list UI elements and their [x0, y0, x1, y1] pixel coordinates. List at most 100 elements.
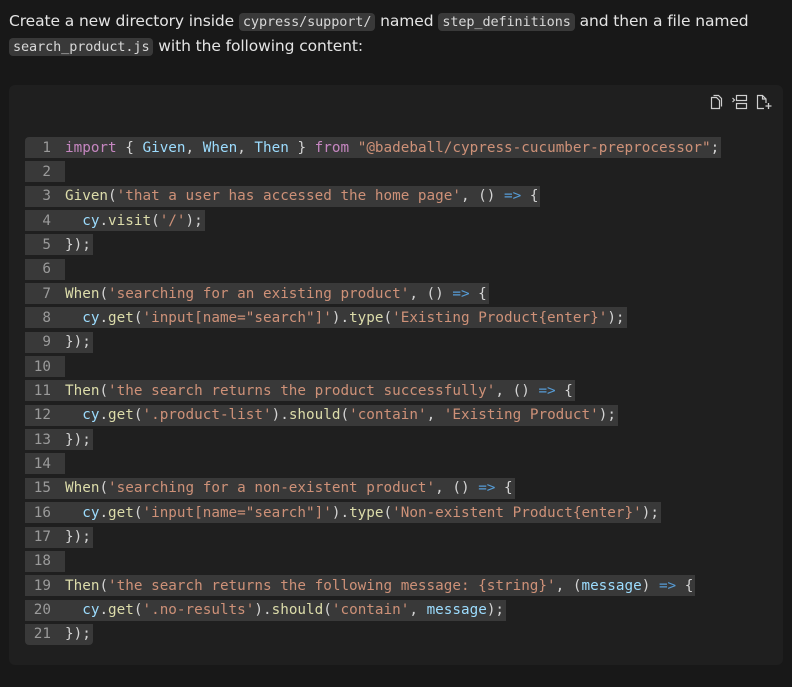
code-token: (	[99, 577, 109, 594]
code-token: "@badeball/cypress-cucumber-preprocessor…	[357, 139, 711, 156]
code-text: cy.get('input[name="search"]').type('Exi…	[65, 310, 627, 326]
insert-at-cursor-icon	[731, 94, 749, 110]
code-token: Then	[65, 382, 100, 399]
code-token: {	[469, 285, 487, 302]
code-line-content: 20 cy.get('.no-results').should('contain…	[25, 599, 507, 621]
code-line-content: 5});	[25, 234, 93, 256]
code-token: (	[99, 382, 109, 399]
code-line-content: 17});	[25, 526, 93, 548]
line-number: 3	[42, 188, 51, 205]
code-token: ,	[185, 139, 203, 156]
line-number: 9	[42, 334, 51, 351]
code-token: cy	[82, 602, 100, 619]
code-token: , ()	[409, 285, 453, 302]
code-token: Then	[254, 139, 289, 156]
code-token: });	[65, 334, 91, 351]
intro-text: and then a file named	[574, 12, 749, 30]
code-line-content: 9});	[25, 331, 93, 353]
code-token: import	[65, 139, 117, 156]
line-number: 5	[42, 236, 51, 253]
code-token: Then	[65, 577, 100, 594]
code-line: 10	[25, 356, 721, 380]
code-token: 'input[name="search"]'	[142, 309, 332, 326]
code-token: )	[641, 577, 659, 594]
code-token: (	[108, 188, 117, 205]
new-file-icon	[755, 94, 773, 110]
intro-text: named	[375, 12, 439, 30]
code-token: get	[108, 407, 134, 424]
line-number: 1	[42, 139, 51, 156]
code-line: 12 cy.get('.product-list').should('conta…	[25, 404, 721, 429]
code-token: cy	[82, 309, 100, 326]
code-text: When('searching for an existing product'…	[65, 286, 489, 302]
code-token: , ()	[460, 188, 505, 205]
code-text: When('searching for a non-existent produ…	[65, 480, 515, 496]
code-token: visit	[108, 212, 152, 229]
code-text: Given('that a user has accessed the home…	[65, 188, 540, 204]
code-token: .	[99, 212, 109, 229]
line-number: 6	[42, 261, 51, 278]
code-line-content: 19 Then('the search returns the following…	[25, 575, 696, 597]
code-toolbar	[707, 93, 773, 111]
code-token: {	[521, 188, 539, 205]
inline-code: search_product.js	[9, 38, 154, 56]
code-token: Given	[142, 139, 186, 156]
code-text: Then('the search returns the product suc…	[65, 383, 575, 399]
code-token: {	[495, 480, 513, 497]
line-number: 20	[33, 602, 51, 619]
line-number: 17	[33, 529, 51, 545]
code-token: }	[288, 139, 315, 156]
code-line: 7 When('searching for an existing product…	[25, 283, 721, 307]
code-token: , ()	[495, 382, 539, 399]
instruction-paragraph: Create a new directory inside cypress/su…	[9, 9, 784, 59]
code-block: 1 import { Given, When, Then } from "@bad…	[9, 85, 783, 665]
code-line: 9});	[25, 331, 721, 356]
code-token: ).	[331, 504, 350, 521]
code-line: 18	[25, 550, 721, 575]
line-number: 15	[33, 480, 51, 497]
code-text: import { Given, When, Then } from "@bade…	[65, 140, 721, 156]
code-token: 'Existing Product{enter}'	[392, 309, 608, 326]
code-token: from	[314, 139, 350, 156]
code-token: });	[65, 626, 91, 643]
code-token: ).	[271, 407, 289, 424]
code-line: 6	[25, 258, 721, 283]
code-token: 'contain'	[331, 602, 410, 619]
code-line-content: 6	[25, 258, 65, 280]
code-token: ,	[409, 602, 427, 619]
line-number: 19	[33, 577, 51, 594]
code-token: ).	[254, 602, 272, 619]
code-token: type	[349, 504, 384, 521]
code-token: cy	[82, 504, 100, 521]
new-file-button[interactable]	[755, 93, 773, 111]
code-token: .	[99, 407, 109, 424]
code-line: 4 cy.visit('/');	[25, 210, 721, 234]
code-token: get	[108, 504, 134, 521]
code-line-content: 2	[25, 161, 65, 183]
copy-button[interactable]	[707, 93, 725, 111]
code-line: 5});	[25, 234, 721, 258]
code-line-content: 4 cy.visit('/');	[25, 210, 205, 232]
code-token: {	[116, 139, 143, 156]
code-text: cy.get('.product-list').should('contain'…	[65, 407, 618, 423]
code-token: When	[65, 285, 100, 302]
insert-at-cursor-button[interactable]	[731, 93, 749, 111]
code-token: , (	[555, 577, 582, 594]
inline-code: cypress/support/	[238, 13, 376, 31]
code-token: });	[65, 236, 91, 253]
code-token: 'the search returns the product successf…	[108, 382, 496, 399]
code-token: ).	[331, 309, 350, 326]
code-token: 'that a user has accessed the home page'	[116, 188, 461, 205]
code-token: (	[151, 212, 160, 229]
code-token: 'input[name="search"]'	[142, 504, 332, 521]
code-token: .	[99, 602, 109, 619]
code-token: (	[340, 407, 350, 424]
code-text: });	[65, 334, 93, 350]
code-line-content: 7 When('searching for an existing product…	[25, 283, 489, 305]
line-number: 18	[33, 553, 51, 570]
code-token: =>	[452, 285, 470, 302]
line-number: 4	[42, 212, 51, 229]
code-token: );	[598, 407, 616, 424]
